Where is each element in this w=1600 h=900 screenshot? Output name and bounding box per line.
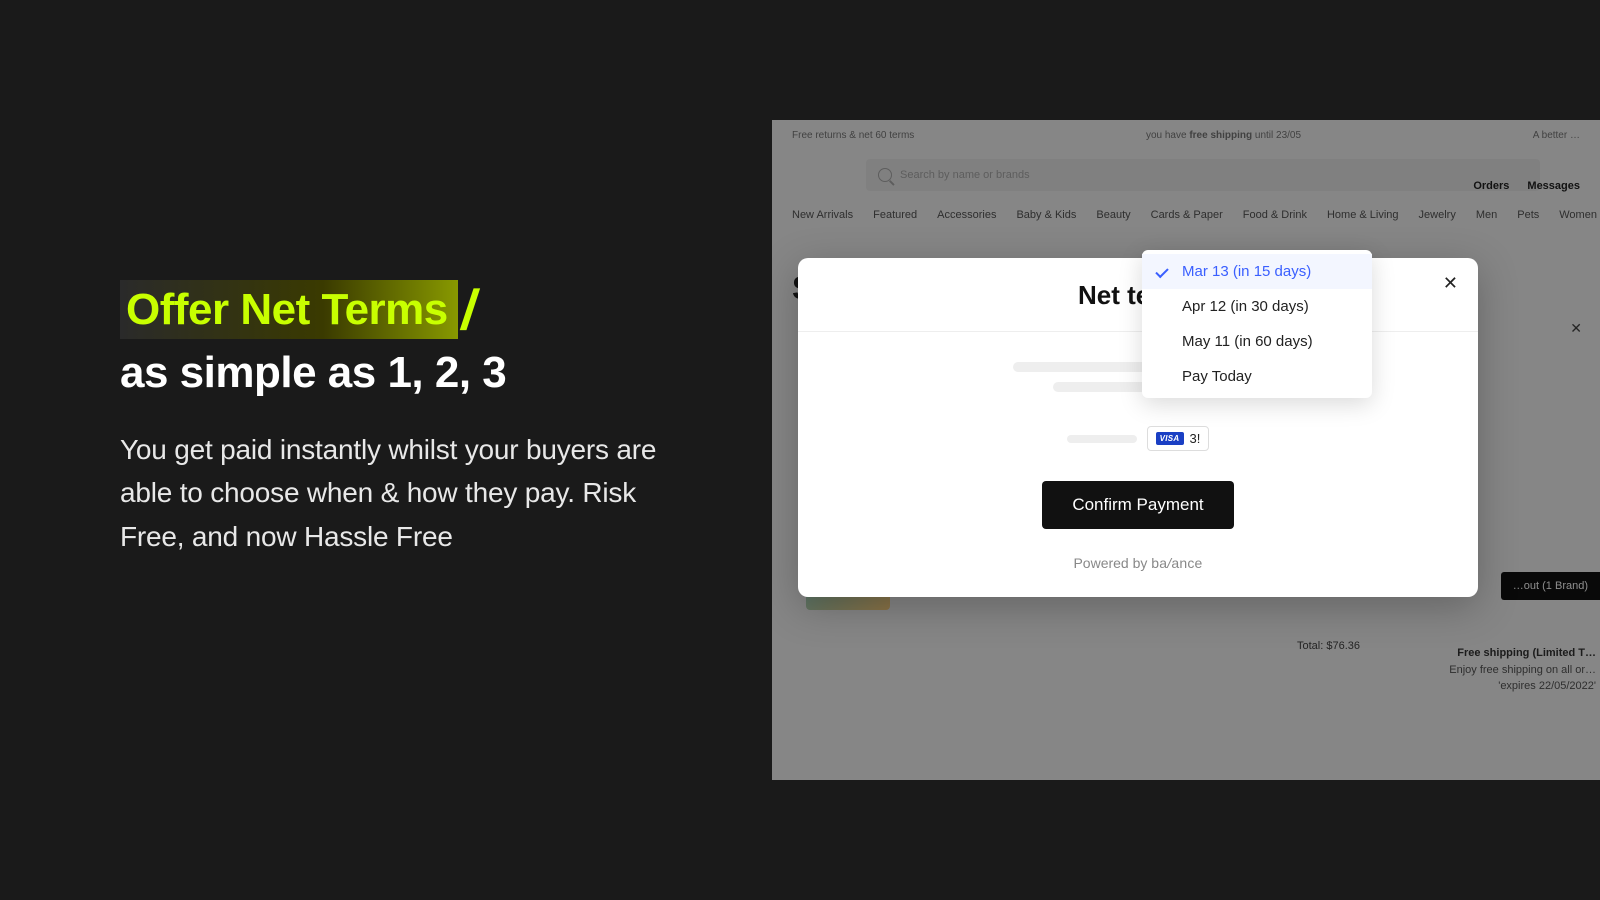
nav-item[interactable]: Featured: [873, 209, 917, 221]
nav-item[interactable]: Beauty: [1096, 209, 1130, 221]
nav-item[interactable]: Men: [1476, 209, 1497, 221]
panel-close-icon[interactable]: ✕: [1570, 320, 1582, 337]
hero-slash-icon: /: [458, 282, 481, 338]
search-input[interactable]: Search by name or brands: [866, 159, 1540, 191]
payment-method-row: VISA 3!: [838, 426, 1438, 451]
cart-total: Total: $76.36: [1297, 640, 1360, 652]
nav-item[interactable]: Cards & Paper: [1151, 209, 1223, 221]
visa-icon: VISA: [1156, 432, 1184, 445]
dropdown-option[interactable]: May 11 (in 60 days): [1142, 324, 1372, 359]
hero-body-text: You get paid instantly whilst your buyer…: [120, 428, 680, 558]
close-icon[interactable]: ✕: [1443, 274, 1458, 292]
nav-item[interactable]: Baby & Kids: [1016, 209, 1076, 221]
modal-title: Net terms: [798, 280, 1478, 311]
dropdown-option[interactable]: Mar 13 (in 15 days): [1142, 254, 1372, 289]
messages-link[interactable]: Messages: [1527, 180, 1580, 192]
net-terms-modal: Net terms ✕ VISA 3! Confirm Payment Powe…: [798, 258, 1478, 597]
nav-item[interactable]: Pets: [1517, 209, 1539, 221]
powered-by: Powered by ba/ance: [838, 555, 1438, 571]
nav-item[interactable]: Women: [1559, 209, 1597, 221]
nav-item[interactable]: Jewelry: [1419, 209, 1456, 221]
product-screenshot: Free returns & net 60 terms you have fre…: [772, 120, 1600, 780]
dropdown-option[interactable]: Pay Today: [1142, 359, 1372, 394]
nav-item[interactable]: Food & Drink: [1243, 209, 1307, 221]
orders-link[interactable]: Orders: [1473, 180, 1509, 192]
category-nav: New Arrivals Featured Accessories Baby &…: [772, 191, 1600, 221]
net-terms-dropdown[interactable]: Mar 13 (in 15 days) Apr 12 (in 30 days) …: [1142, 250, 1372, 398]
card-chip[interactable]: VISA 3!: [1147, 426, 1210, 451]
nav-item[interactable]: New Arrivals: [792, 209, 853, 221]
search-icon: [878, 168, 892, 182]
hero-copy: Offer Net Terms / as simple as 1, 2, 3 Y…: [120, 280, 680, 558]
balance-logo: ba/ance: [1151, 555, 1202, 571]
search-placeholder: Search by name or brands: [900, 169, 1030, 181]
promo-left: Free returns & net 60 terms: [792, 130, 914, 141]
dropdown-option[interactable]: Apr 12 (in 30 days): [1142, 289, 1372, 324]
free-shipping-note: Free shipping (Limited T… Enjoy free shi…: [1449, 645, 1600, 695]
checkout-button[interactable]: …out (1 Brand): [1501, 572, 1600, 600]
confirm-payment-button[interactable]: Confirm Payment: [1042, 481, 1233, 529]
nav-item[interactable]: Accessories: [937, 209, 996, 221]
promo-right: A better …: [1533, 130, 1580, 141]
nav-item[interactable]: Home & Living: [1327, 209, 1399, 221]
promo-mid: you have free shipping until 23/05: [1146, 130, 1301, 141]
card-last-digits: 3!: [1190, 431, 1201, 446]
hero-headline-highlight: Offer Net Terms: [120, 280, 458, 339]
hero-headline-rest: as simple as 1, 2, 3: [120, 345, 680, 400]
placeholder-line: [1067, 435, 1137, 443]
